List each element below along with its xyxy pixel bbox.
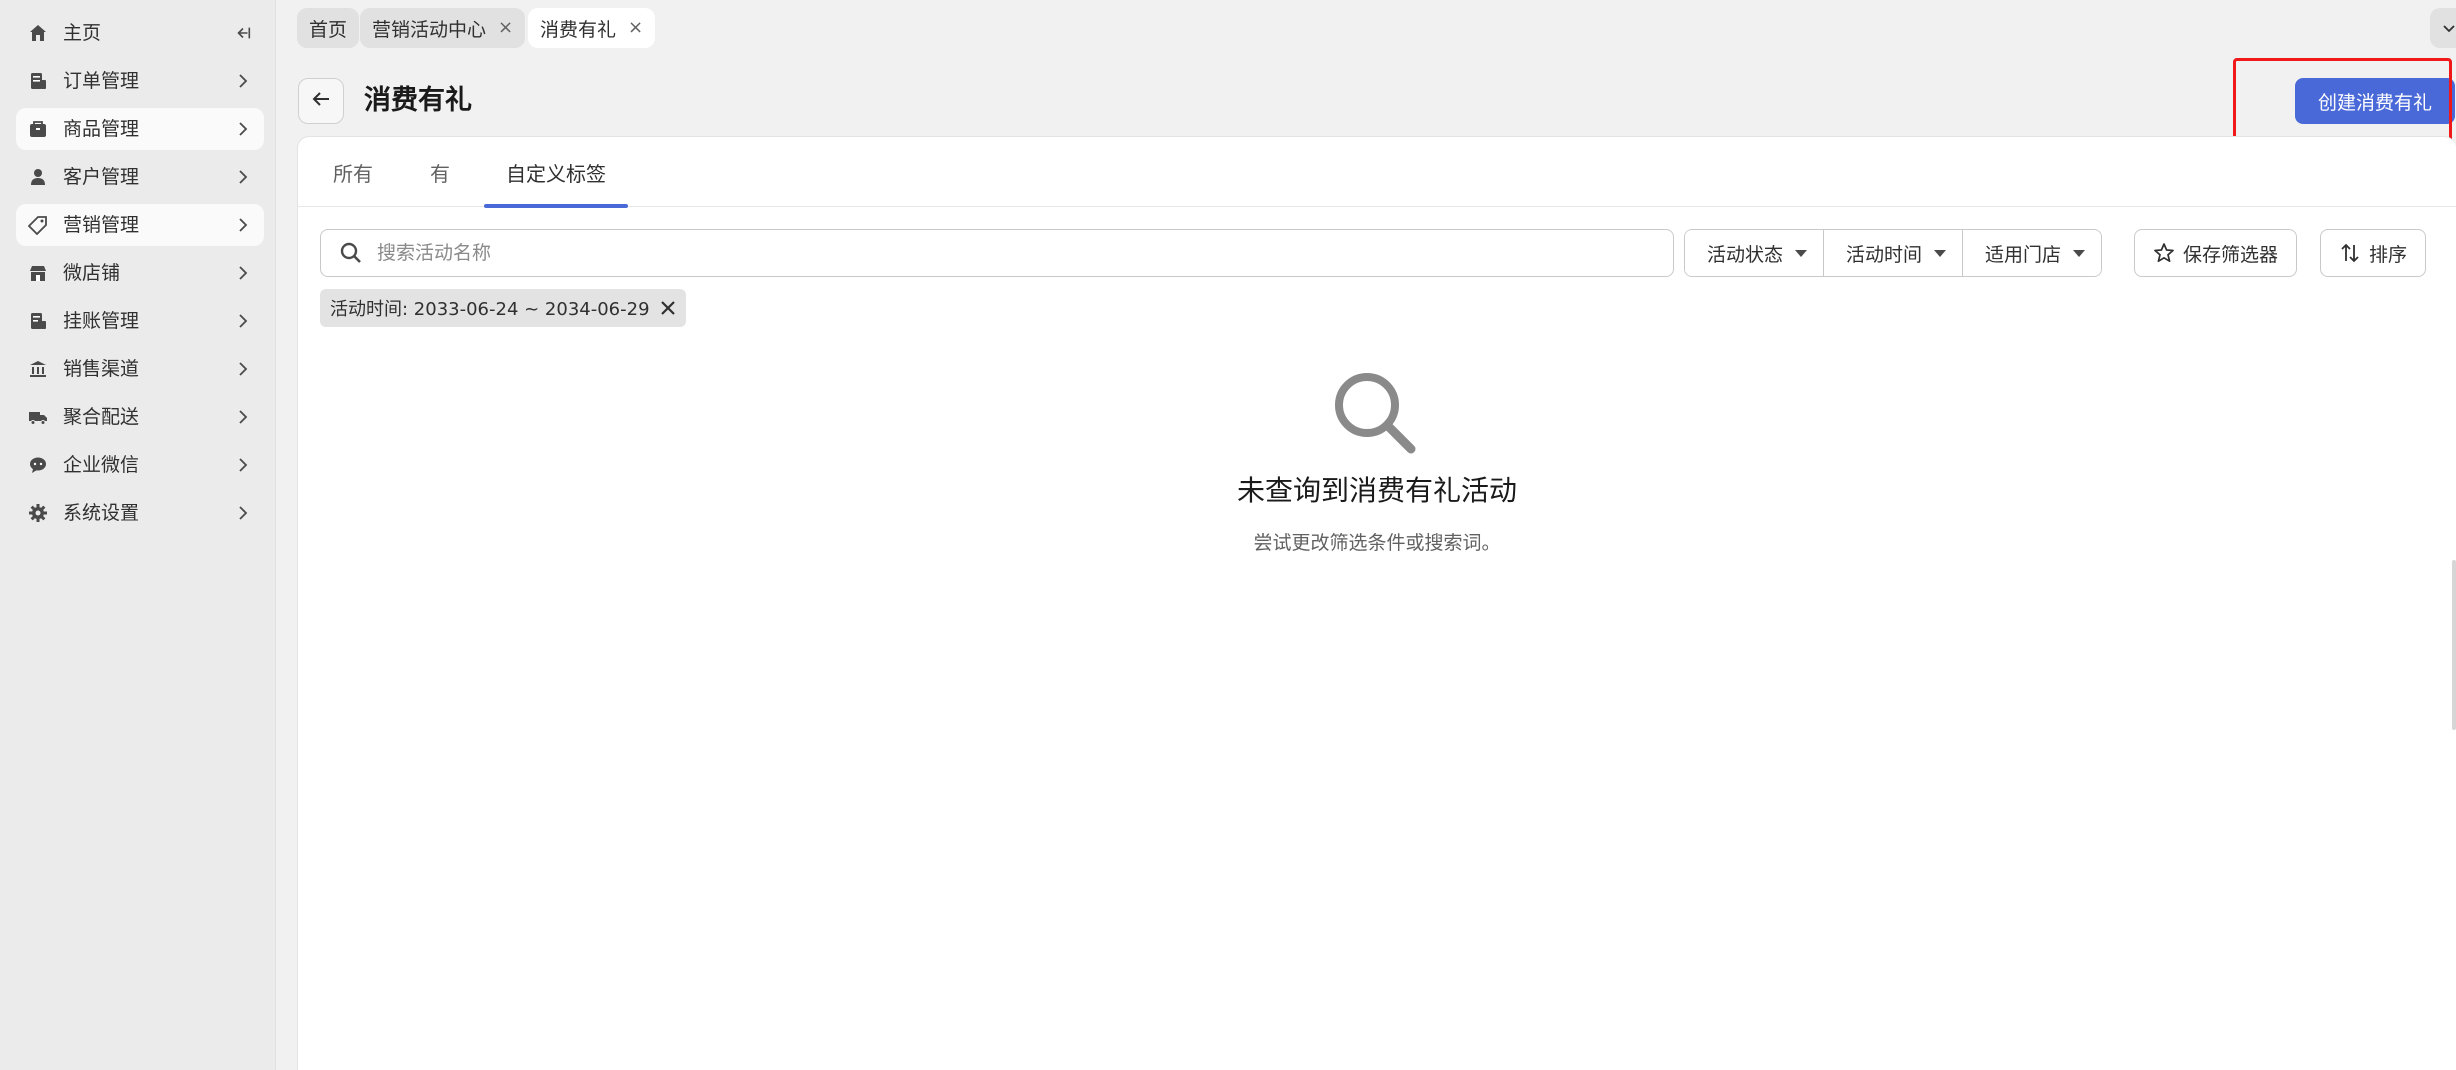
- sidebar: 主页 订单管理 商品管理 客户管理 营销管理 微店铺 挂账管理 销售渠道 聚合配…: [0, 0, 276, 1070]
- page-title: 消费有礼: [364, 85, 472, 116]
- content-tabs: 所有 有 自定义标签: [298, 137, 2456, 208]
- chip-label: 活动时间: 2033-06-24 ~ 2034-06-29: [330, 299, 650, 320]
- save-filter-label: 保存筛选器: [2183, 243, 2279, 266]
- chevron-right-icon: [234, 311, 252, 331]
- products-icon: [28, 119, 48, 139]
- search-icon: [339, 241, 363, 265]
- ledger-icon: [28, 311, 48, 331]
- sidebar-item-orders[interactable]: 订单管理: [16, 60, 264, 102]
- chevron-right-icon: [234, 263, 252, 283]
- truck-icon: [28, 407, 48, 427]
- bank-icon: [28, 359, 48, 379]
- tab-consumption-gift[interactable]: 消费有礼 ×: [528, 8, 656, 48]
- chevron-down-icon: [2442, 19, 2456, 38]
- chevron-right-icon: [234, 119, 252, 139]
- main-card: 所有 有 自定义标签 活动状态 活动时间 适用门店 保存筛选器: [297, 136, 2456, 1070]
- sidebar-item-marketing[interactable]: 营销管理: [16, 204, 264, 246]
- sidebar-item-label: 企业微信: [63, 454, 140, 476]
- filter-applicable-store[interactable]: 适用门店: [1962, 230, 2102, 276]
- tab-label: 所有: [333, 161, 373, 186]
- sort-button[interactable]: 排序: [2320, 229, 2427, 277]
- tab-marketing-center[interactable]: 营销活动中心 ×: [360, 8, 526, 48]
- sidebar-item-delivery[interactable]: 聚合配送: [16, 396, 264, 438]
- sidebar-item-label: 聚合配送: [63, 406, 140, 428]
- filter-activity-status[interactable]: 活动状态: [1685, 230, 1824, 276]
- sidebar-item-label: 营销管理: [63, 214, 140, 236]
- caret-down-icon: [2073, 249, 2086, 257]
- tab-list-toggle[interactable]: [2430, 8, 2456, 48]
- applied-filter-chip: 活动时间: 2033-06-24 ~ 2034-06-29: [320, 289, 686, 327]
- tab-custom-label[interactable]: 自定义标签: [484, 137, 628, 208]
- tab-label: 自定义标签: [506, 161, 606, 186]
- close-icon[interactable]: ×: [628, 19, 643, 37]
- create-consumption-gift-button[interactable]: 创建消费有礼: [2295, 78, 2455, 124]
- sidebar-item-products[interactable]: 商品管理: [16, 108, 264, 150]
- sidebar-item-label: 商品管理: [63, 118, 140, 140]
- chevron-right-icon: [234, 167, 252, 187]
- tab-label: 首页: [309, 18, 348, 41]
- sidebar-item-home[interactable]: 主页: [16, 12, 264, 54]
- tab-all[interactable]: 所有: [311, 137, 395, 207]
- chevron-right-icon: [234, 71, 252, 91]
- sidebar-item-label: 系统设置: [63, 502, 140, 524]
- tab-label: 消费有礼: [540, 18, 617, 41]
- sort-label: 排序: [2369, 243, 2408, 266]
- caret-down-icon: [1795, 249, 1808, 257]
- arrow-left-icon: [309, 87, 333, 115]
- sidebar-item-label: 订单管理: [63, 70, 140, 92]
- tab-label: 营销活动中心: [372, 18, 487, 41]
- close-icon[interactable]: [650, 289, 686, 327]
- sort-icon: [2339, 242, 2361, 264]
- filter-label: 活动时间: [1846, 243, 1923, 266]
- chevron-right-icon: [234, 407, 252, 427]
- sidebar-item-label: 销售渠道: [63, 358, 140, 380]
- caret-down-icon: [1934, 249, 1947, 257]
- filter-label: 适用门店: [1985, 243, 2062, 266]
- empty-state-title: 未查询到消费有礼活动: [1236, 474, 1517, 507]
- tab-home[interactable]: 首页: [297, 8, 360, 48]
- sidebar-item-sales-channels[interactable]: 销售渠道: [16, 348, 264, 390]
- filter-label: 活动状态: [1707, 243, 1784, 266]
- sidebar-item-settings[interactable]: 系统设置: [16, 492, 264, 534]
- sidebar-item-label: 微店铺: [63, 262, 121, 284]
- filter-activity-time[interactable]: 活动时间: [1823, 230, 1963, 276]
- home-icon: [28, 23, 48, 43]
- chevron-right-icon: [234, 215, 252, 235]
- sidebar-item-label: 挂账管理: [63, 310, 140, 332]
- tab-have[interactable]: 有: [408, 137, 472, 207]
- sidebar-item-wecom[interactable]: 企业微信: [16, 444, 264, 486]
- close-icon[interactable]: ×: [498, 19, 513, 37]
- sidebar-item-label: 客户管理: [63, 166, 140, 188]
- store-icon: [28, 263, 48, 283]
- chevron-right-icon: [234, 359, 252, 379]
- sidebar-item-customers[interactable]: 客户管理: [16, 156, 264, 198]
- search-input[interactable]: [377, 242, 1657, 264]
- magnifier-icon: [1331, 369, 1417, 455]
- chat-icon: [28, 455, 48, 475]
- search-field[interactable]: [320, 229, 1674, 277]
- chevron-right-icon: [234, 503, 252, 523]
- empty-state-subtitle: 尝试更改筛选条件或搜索词。: [1253, 532, 1501, 554]
- sidebar-item-ledger[interactable]: 挂账管理: [16, 300, 264, 342]
- orders-icon: [28, 71, 48, 91]
- scrollbar[interactable]: [2452, 560, 2456, 730]
- gear-icon: [28, 503, 48, 523]
- star-icon: [2153, 242, 2175, 264]
- filter-group: 活动状态 活动时间 适用门店: [1684, 229, 2103, 277]
- chevron-right-icon: [234, 455, 252, 475]
- save-filter-button[interactable]: 保存筛选器: [2134, 229, 2298, 277]
- sidebar-item-label: 主页: [63, 22, 102, 44]
- sidebar-item-microstore[interactable]: 微店铺: [16, 252, 264, 294]
- collapse-left-icon[interactable]: [234, 23, 252, 43]
- back-button[interactable]: [298, 78, 344, 124]
- customer-icon: [28, 167, 48, 187]
- tag-icon: [28, 215, 48, 235]
- tab-label: 有: [430, 161, 450, 186]
